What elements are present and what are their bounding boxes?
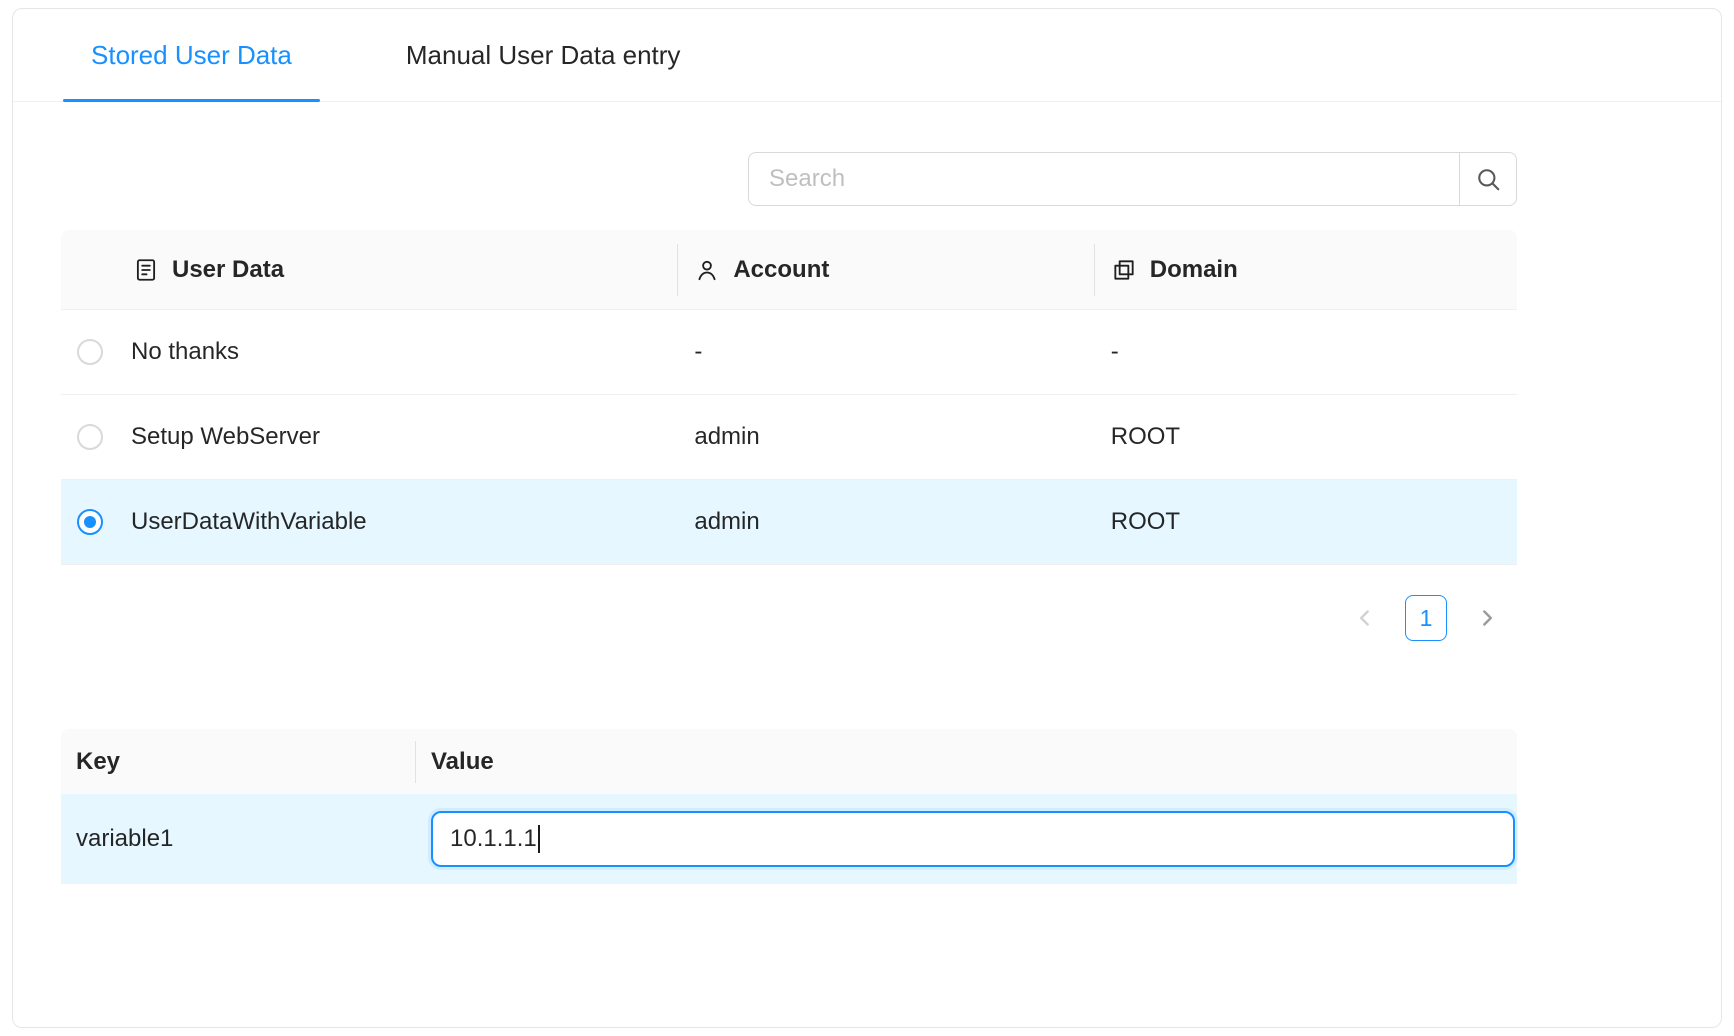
search-icon [1474, 165, 1502, 193]
variable-value-text: 10.1.1.1 [450, 825, 537, 853]
table-row-userdatawithvariable[interactable]: UserDataWithVariable admin ROOT [61, 480, 1517, 565]
row-user-data-label: No thanks [131, 338, 239, 366]
radio-unselected[interactable] [77, 424, 103, 450]
pagination-next-button[interactable] [1467, 595, 1507, 641]
column-header-domain: Domain [1095, 230, 1517, 309]
row-user-data-label: UserDataWithVariable [131, 508, 367, 536]
column-header-user-data: User Data [61, 230, 678, 309]
stored-user-data-panel: Stored User Data Manual User Data entry [12, 8, 1722, 1028]
radio-unselected[interactable] [77, 339, 103, 365]
pagination: 1 [61, 595, 1517, 641]
tab-manual-user-data-entry[interactable]: Manual User Data entry [378, 40, 709, 101]
tab-bar: Stored User Data Manual User Data entry [13, 9, 1721, 102]
row-account-value: admin [678, 423, 1094, 451]
column-label-domain: Domain [1150, 256, 1238, 284]
column-label-user-data: User Data [172, 256, 284, 284]
domain-icon [1111, 257, 1137, 283]
person-icon [694, 257, 720, 283]
text-cursor [538, 825, 540, 853]
row-domain-value: - [1095, 338, 1517, 366]
search-box [748, 152, 1517, 206]
user-data-table: User Data Account [61, 230, 1517, 565]
document-list-icon [133, 257, 159, 283]
user-data-table-header: User Data Account [61, 230, 1517, 310]
key-value-table-header: Key Value [61, 729, 1517, 794]
chevron-left-icon [1352, 605, 1378, 631]
row-account-value: admin [678, 508, 1094, 536]
column-header-value: Value [416, 729, 1517, 794]
row-domain-value: ROOT [1095, 423, 1517, 451]
table-row-no-thanks[interactable]: No thanks - - [61, 310, 1517, 395]
column-header-account: Account [678, 230, 1094, 309]
chevron-right-icon [1474, 605, 1500, 631]
row-domain-value: ROOT [1095, 508, 1517, 536]
key-value-row: variable1 10.1.1.1 [61, 794, 1517, 884]
panel-content: User Data Account [61, 152, 1517, 884]
pagination-page-1[interactable]: 1 [1405, 595, 1447, 641]
search-button[interactable] [1459, 152, 1517, 206]
variable-key-label: variable1 [61, 825, 416, 853]
variable-value-input[interactable]: 10.1.1.1 [431, 811, 1515, 867]
search-input[interactable] [748, 152, 1460, 206]
key-value-table: Key Value variable1 10.1.1.1 [61, 729, 1517, 884]
row-account-value: - [678, 338, 1094, 366]
search-row [61, 152, 1517, 206]
pagination-prev-button[interactable] [1345, 595, 1385, 641]
row-user-data-label: Setup WebServer [131, 423, 320, 451]
tab-stored-user-data[interactable]: Stored User Data [63, 40, 320, 101]
column-header-key: Key [61, 729, 416, 794]
table-row-setup-webserver[interactable]: Setup WebServer admin ROOT [61, 395, 1517, 480]
column-label-account: Account [733, 256, 829, 284]
radio-selected[interactable] [77, 509, 103, 535]
